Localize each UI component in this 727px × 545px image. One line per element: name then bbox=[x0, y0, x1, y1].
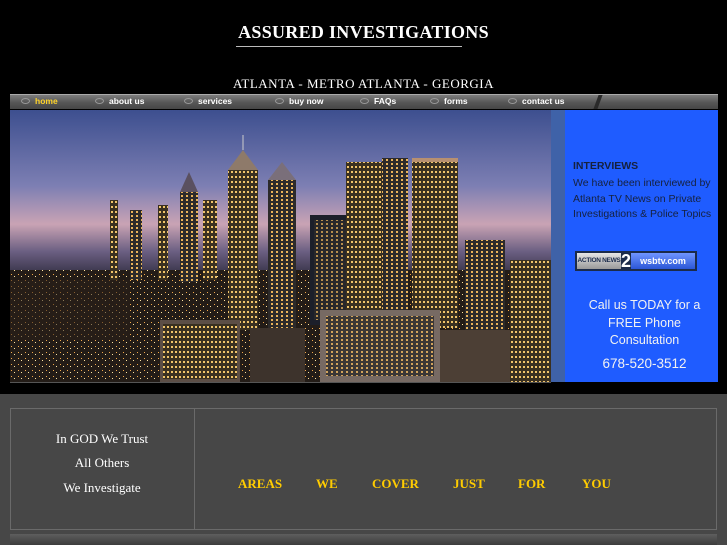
channel-number: 2 bbox=[621, 251, 632, 271]
site-title: ASSURED INVESTIGATIONS bbox=[238, 22, 489, 42]
coverage-word-just: JUST bbox=[453, 476, 485, 491]
nav-about-us[interactable]: about us bbox=[95, 95, 144, 109]
nav-buy-now[interactable]: buy now bbox=[275, 95, 323, 109]
phone-number: 678-520-3512 bbox=[602, 356, 687, 371]
interviews-text: We have been interviewed by Atlanta TV N… bbox=[573, 177, 712, 220]
coverage-word-areas: AREAS bbox=[238, 476, 283, 491]
hero-skyline-image bbox=[10, 110, 551, 383]
coverage-word-you: YOU bbox=[582, 476, 611, 491]
title-underline bbox=[236, 46, 462, 47]
coverage-word-we: WE bbox=[316, 476, 338, 491]
nav-forms[interactable]: forms bbox=[430, 95, 468, 109]
motto-line-1: In GOD We Trust bbox=[55, 431, 149, 446]
site-subtitle: ATLANTA - METRO ATLANTA - GEORGIA bbox=[232, 76, 495, 91]
nav-home[interactable]: home bbox=[21, 95, 58, 109]
nav-services[interactable]: services bbox=[184, 95, 232, 109]
nav-contact-us[interactable]: contact us bbox=[508, 95, 565, 109]
coverage-word-cover: COVER bbox=[372, 476, 419, 491]
nav-bullet-icon bbox=[360, 97, 369, 104]
nav-bullet-icon bbox=[184, 97, 193, 104]
motto-line-3: We Investigate bbox=[63, 480, 141, 495]
nav-bullet-icon bbox=[21, 97, 30, 104]
nav-end-cap bbox=[593, 95, 603, 109]
nav-bullet-icon bbox=[508, 97, 517, 104]
wsbtv-news-logo[interactable]: ACTION NEWS 2 wsbtv.com bbox=[575, 251, 697, 271]
motto-line-2: All Others bbox=[74, 455, 130, 470]
footer-strip bbox=[10, 534, 717, 545]
consultation-cta: Call us TODAY for a FREE Phone Consultat… bbox=[588, 298, 701, 347]
nav-faqs[interactable]: FAQs bbox=[360, 95, 396, 109]
main-navigation: home about us services buy now FAQs form… bbox=[10, 94, 718, 109]
nav-bullet-icon bbox=[430, 97, 439, 104]
panel-accent-strip bbox=[551, 110, 565, 382]
bottom-divider bbox=[194, 408, 195, 530]
atlanta-skyline-night-photo bbox=[10, 110, 551, 382]
coverage-word-for: FOR bbox=[518, 476, 546, 491]
interviews-heading: INTERVIEWS bbox=[573, 160, 639, 172]
wsbtv-label: wsbtv.com bbox=[631, 253, 695, 269]
nav-bullet-icon bbox=[95, 97, 104, 104]
action-news-label: ACTION NEWS bbox=[577, 253, 621, 269]
interviews-panel: INTERVIEWS We have been interviewed by A… bbox=[551, 110, 718, 382]
nav-bullet-icon bbox=[275, 97, 284, 104]
